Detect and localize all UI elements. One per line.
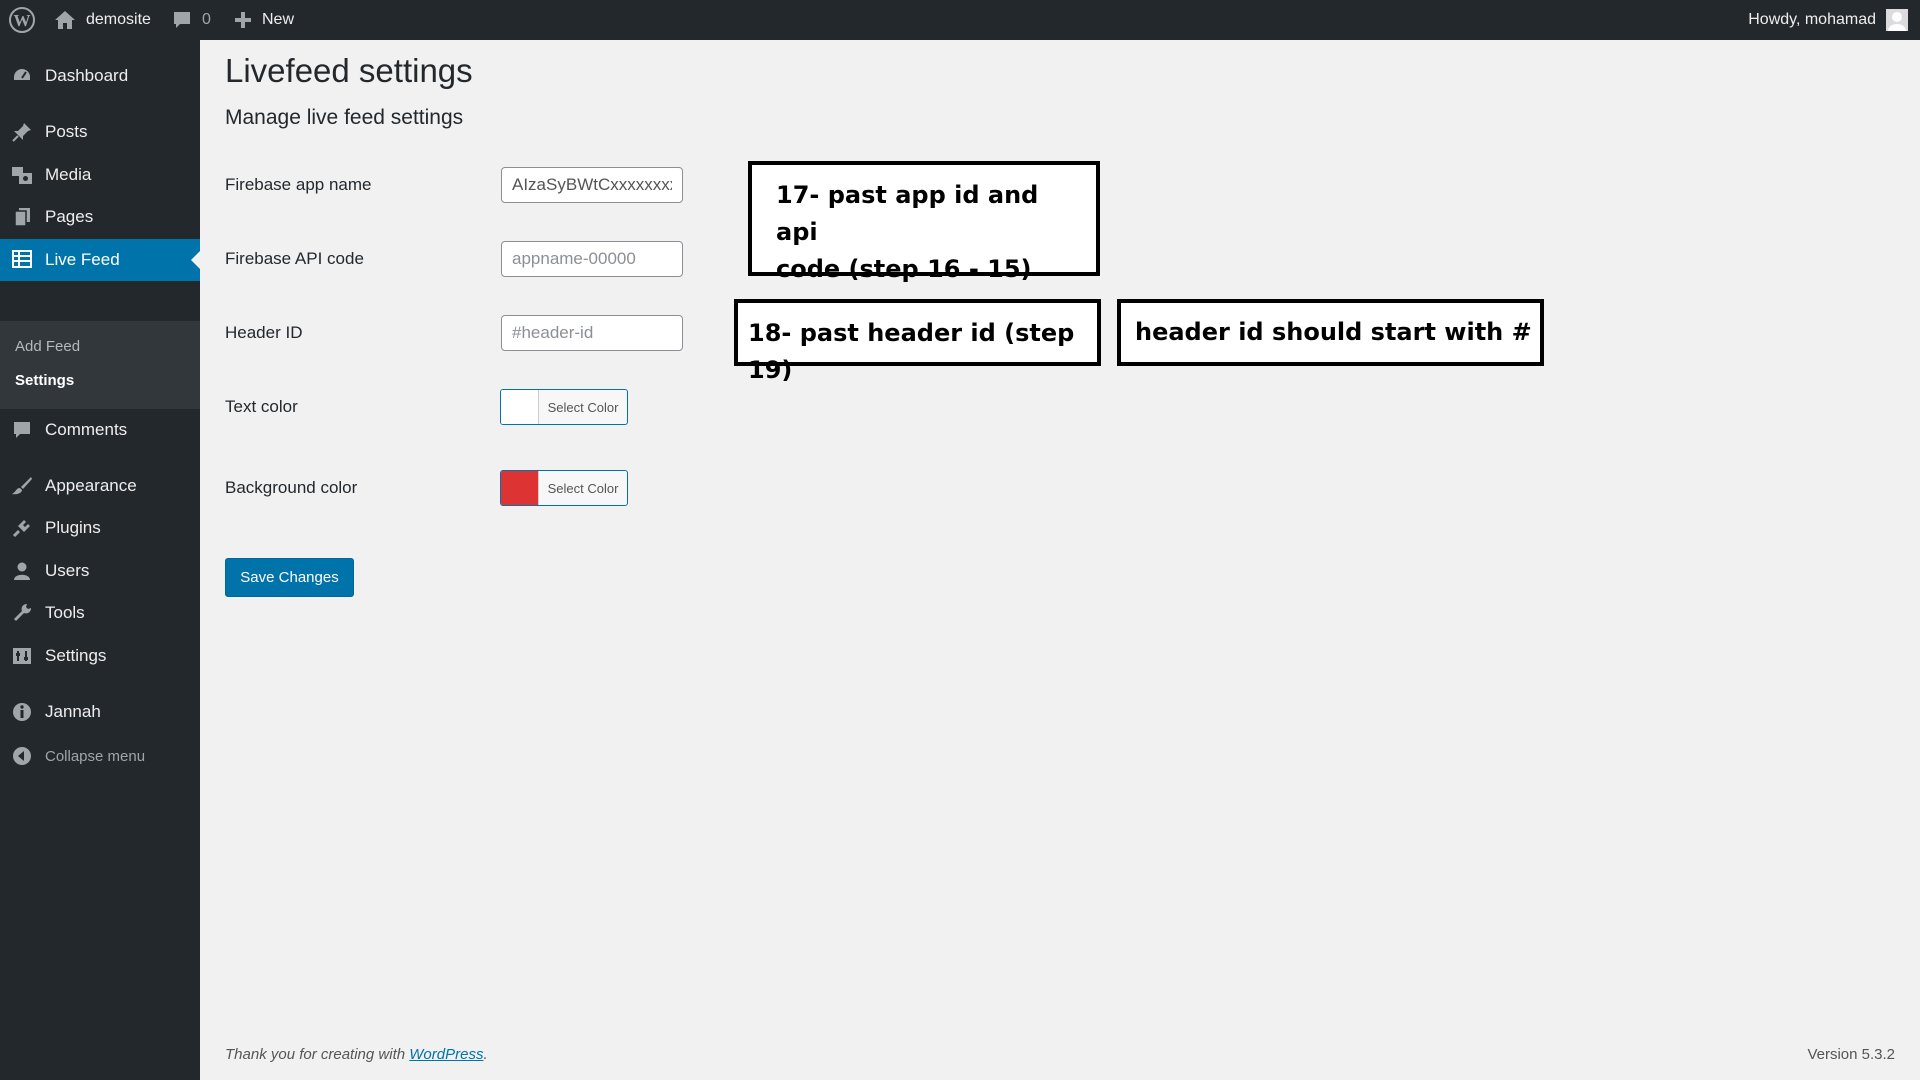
sidebar-item-appearance[interactable]: Appearance (0, 466, 200, 506)
footer-thanks-prefix: Thank you for creating with (225, 1046, 410, 1063)
page-subtitle: Manage live feed settings (225, 106, 464, 129)
wrench-icon (11, 603, 33, 623)
background-color-swatch (501, 471, 539, 505)
firebase-api-code-input[interactable] (501, 241, 683, 277)
sidebar-label-jannah: Jannah (45, 702, 101, 721)
sidebar-item-pages[interactable]: Pages (0, 197, 200, 237)
annotation-note-17-line-1: 17- past app id and api (776, 181, 1039, 246)
annotation-note-header-hash: header id should start with # (1117, 299, 1544, 366)
sidebar-item-jannah[interactable]: Jannah (0, 692, 200, 732)
submenu-item-add-feed[interactable]: Add Feed (15, 338, 80, 355)
comment-bubble-icon (11, 420, 33, 440)
plug-icon (11, 518, 33, 538)
main-content: Livefeed settings Manage live feed setti… (200, 40, 1920, 1080)
svg-text:W: W (14, 11, 31, 30)
sidebar-label-media: Media (45, 165, 92, 184)
sidebar-item-dashboard[interactable]: Dashboard (0, 56, 200, 96)
sidebar-label-comments: Comments (45, 420, 128, 439)
sidebar-item-plugins[interactable]: Plugins (0, 508, 200, 548)
select-color-label: Select Color (547, 480, 619, 496)
sidebar-label-plugins: Plugins (45, 518, 101, 537)
plus-icon (235, 12, 251, 28)
sidebar-label-live-feed: Live Feed (45, 250, 120, 269)
sidebar-item-settings[interactable]: Settings (0, 636, 200, 676)
submenu-item-settings[interactable]: Settings (15, 372, 74, 389)
annotation-note-18: 18- past header id (step 19) (734, 299, 1101, 384)
comments-link[interactable]: 0 (172, 0, 211, 40)
user-icon (11, 561, 33, 581)
sidebar-label-users: Users (45, 561, 90, 580)
collapse-menu-label: Collapse menu (45, 747, 146, 765)
collapse-arrow-icon (11, 746, 33, 766)
footer-version: Version 5.3.2 (1807, 1046, 1895, 1063)
background-color-label: Background color (225, 478, 358, 497)
sidebar-item-comments[interactable]: Comments (0, 410, 200, 450)
firebase-app-name-input[interactable] (501, 167, 683, 203)
pages-icon (11, 207, 33, 227)
paintbrush-icon (11, 476, 33, 496)
text-color-picker-button[interactable]: Select Color (500, 389, 628, 425)
header-id-label: Header ID (225, 323, 303, 342)
sidebar-label-tools: Tools (45, 603, 85, 622)
background-color-picker-button[interactable]: Select Color (500, 470, 628, 506)
firebase-app-name-label: Firebase app name (225, 175, 372, 194)
howdy-text: Howdy, mohamad (1748, 11, 1876, 28)
annotation-note-17: 17- past app id and api code (step 16 - … (748, 161, 1100, 283)
dashboard-gauge-icon (11, 66, 33, 86)
footer-thanks: Thank you for creating with WordPress. (225, 1046, 488, 1063)
pushpin-icon (11, 122, 33, 142)
settings-sliders-icon (11, 646, 33, 666)
comments-count: 0 (202, 11, 211, 28)
site-name: demosite (86, 11, 151, 28)
sidebar-item-live-feed[interactable]: Live Feed (0, 239, 200, 281)
sidebar-label-settings: Settings (45, 646, 107, 665)
admin-sidebar: Dashboard Posts Media Pages Live Feed Ad… (0, 40, 200, 1080)
info-circle-icon (11, 702, 33, 722)
sidebar-label-dashboard: Dashboard (45, 66, 129, 85)
text-color-swatch (501, 390, 539, 424)
wordpress-link[interactable]: WordPress (409, 1046, 483, 1063)
collapse-menu-button[interactable]: Collapse menu (0, 736, 200, 776)
media-icon (11, 165, 33, 185)
wordpress-logo-icon[interactable]: W (8, 0, 36, 40)
live-feed-submenu: Add Feed Settings (0, 321, 200, 409)
admin-bar: W demosite 0 New Howdy, mohamad (0, 0, 1920, 40)
sidebar-item-posts[interactable]: Posts (0, 112, 200, 152)
sidebar-item-users[interactable]: Users (0, 551, 200, 591)
select-color-label: Select Color (547, 399, 619, 415)
firebase-api-code-label: Firebase API code (225, 249, 364, 268)
sidebar-item-media[interactable]: Media (0, 155, 200, 195)
comment-bubble-icon (174, 12, 190, 28)
text-color-label: Text color (225, 397, 298, 416)
my-account-link[interactable]: Howdy, mohamad (1748, 0, 1908, 40)
home-icon (55, 11, 75, 29)
sidebar-item-tools[interactable]: Tools (0, 593, 200, 633)
new-content-link[interactable]: New (234, 0, 294, 40)
annotation-note-17-line-2: code (step 16 - 15) (776, 255, 1032, 283)
save-changes-button[interactable]: Save Changes (225, 558, 354, 597)
sidebar-label-pages: Pages (45, 207, 94, 226)
sidebar-label-posts: Posts (45, 122, 88, 141)
sidebar-label-appearance: Appearance (45, 476, 137, 495)
new-label: New (262, 11, 295, 28)
page-title: Livefeed settings (225, 52, 473, 89)
header-id-input[interactable] (501, 315, 683, 351)
avatar (1886, 9, 1908, 31)
footer-thanks-suffix: . (483, 1046, 488, 1063)
site-name-link[interactable]: demosite (54, 0, 151, 40)
table-icon (11, 249, 33, 269)
